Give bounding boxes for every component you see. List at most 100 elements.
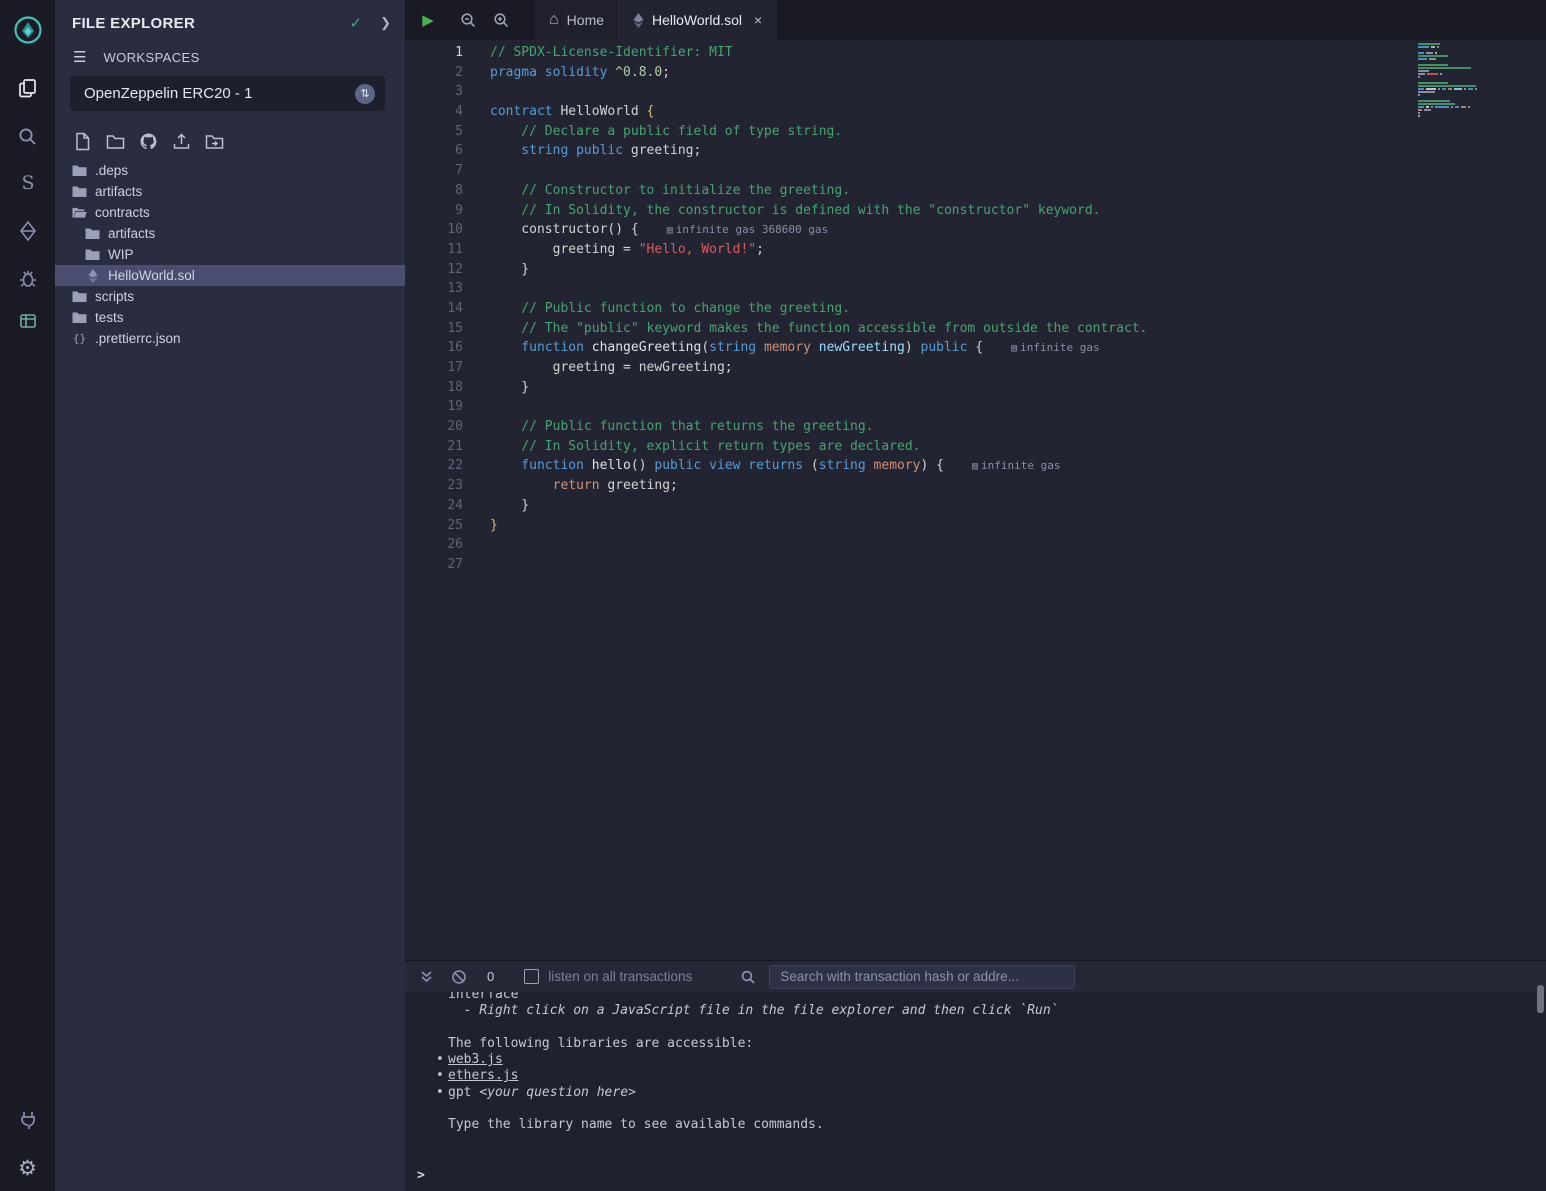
- code-line[interactable]: [490, 279, 1410, 299]
- code-line[interactable]: // In Solidity, explicit return types ar…: [490, 437, 1410, 457]
- tree-item--deps[interactable]: .deps: [55, 160, 405, 181]
- upload-file-icon[interactable]: [170, 130, 193, 152]
- listen-transactions-checkbox[interactable]: [524, 969, 539, 984]
- search-icon[interactable]: [0, 116, 55, 156]
- terminal-line: [448, 1101, 1526, 1117]
- workspace-name: OpenZeppelin ERC20 - 1: [84, 85, 355, 102]
- code-line[interactable]: constructor() {▤infinite gas 368600 gas: [490, 220, 1410, 240]
- create-folder-button[interactable]: [104, 130, 127, 152]
- library-link[interactable]: web3.js: [448, 1052, 503, 1067]
- tab-home[interactable]: ⌂ Home: [535, 0, 619, 40]
- check-icon[interactable]: ✓: [350, 14, 363, 32]
- bullet-icon: •: [436, 1068, 448, 1084]
- code-line[interactable]: [490, 161, 1410, 181]
- chevron-right-icon[interactable]: ❯: [380, 15, 391, 31]
- folder-icon: [72, 290, 87, 304]
- library-link[interactable]: ethers.js: [448, 1068, 518, 1083]
- load-folder-icon[interactable]: [203, 130, 226, 152]
- remix-logo[interactable]: [0, 10, 55, 50]
- code-line[interactable]: return greeting;: [490, 476, 1410, 496]
- code-line[interactable]: // Constructor to initialize the greetin…: [490, 181, 1410, 201]
- svg-text:S: S: [21, 172, 34, 194]
- code-line[interactable]: contract HelloWorld {: [490, 102, 1410, 122]
- tree-item-label: artifacts: [108, 226, 155, 241]
- close-tab-icon[interactable]: ×: [754, 12, 762, 28]
- code-line[interactable]: function hello() public view returns (st…: [490, 456, 1410, 476]
- code-line[interactable]: }: [490, 496, 1410, 516]
- code-line[interactable]: // Public function that returns the gree…: [490, 417, 1410, 437]
- code-line[interactable]: greeting = newGreeting;: [490, 358, 1410, 378]
- code-line[interactable]: function changeGreeting(string memory ne…: [490, 338, 1410, 358]
- code-line[interactable]: [490, 535, 1410, 555]
- debugger-icon[interactable]: [0, 259, 55, 299]
- terminal-prompt[interactable]: >: [417, 1168, 425, 1183]
- line-number: 19: [405, 397, 463, 417]
- tree-item-artifacts[interactable]: artifacts: [55, 181, 405, 202]
- tree-item-wip[interactable]: WIP: [55, 244, 405, 265]
- code-line[interactable]: // SPDX-License-Identifier: MIT: [490, 43, 1410, 63]
- line-number: 25: [405, 516, 463, 536]
- code-line[interactable]: // In Solidity, the constructor is defin…: [490, 201, 1410, 221]
- line-number: 8: [405, 181, 463, 201]
- run-script-button[interactable]: ▶: [405, 0, 451, 40]
- tree-item-scripts[interactable]: scripts: [55, 286, 405, 307]
- clear-console-icon[interactable]: [451, 969, 467, 985]
- bullet-icon: •: [436, 1052, 448, 1068]
- zoom-in-icon[interactable]: [484, 0, 517, 40]
- tree-item-artifacts[interactable]: artifacts: [55, 223, 405, 244]
- gas-estimate: ▤infinite gas: [1011, 341, 1100, 354]
- folder-icon: [72, 311, 87, 325]
- tree-item-label: WIP: [108, 247, 134, 262]
- plugin-icon[interactable]: [0, 301, 55, 341]
- line-number: 21: [405, 437, 463, 457]
- editor-code[interactable]: // SPDX-License-Identifier: MITpragma so…: [490, 43, 1410, 575]
- tree-item-label: tests: [95, 310, 124, 325]
- code-line[interactable]: greeting = "Hello, World!";: [490, 240, 1410, 260]
- code-editor[interactable]: 1234567891011121314151617181920212223242…: [405, 40, 1546, 960]
- tree-item-helloworld-sol[interactable]: HelloWorld.sol: [55, 265, 405, 286]
- terminal-search-input[interactable]: [769, 965, 1075, 989]
- line-number: 2: [405, 63, 463, 83]
- tab-helloworld-sol[interactable]: HelloWorld.sol ×: [619, 0, 777, 40]
- solidity-compiler-icon[interactable]: S: [0, 163, 55, 203]
- scroll-to-bottom-icon[interactable]: [419, 969, 434, 984]
- tree-item--prettierrc-json[interactable]: {}.prettierrc.json: [55, 328, 405, 349]
- line-number: 16: [405, 338, 463, 358]
- workspace-switch-icon[interactable]: ⇅: [355, 84, 375, 104]
- code-line[interactable]: }: [490, 260, 1410, 280]
- line-number: 17: [405, 358, 463, 378]
- code-line[interactable]: }: [490, 378, 1410, 398]
- code-line[interactable]: // Declare a public field of type string…: [490, 122, 1410, 142]
- code-line[interactable]: [490, 397, 1410, 417]
- workspaces-menu-icon[interactable]: ☰: [73, 48, 86, 66]
- line-number: 20: [405, 417, 463, 437]
- line-number: 6: [405, 141, 463, 161]
- code-line[interactable]: string public greeting;: [490, 141, 1410, 161]
- terminal-toolbar: 0 listen on all transactions: [405, 961, 1546, 992]
- editor-tabbar: ▶ ⌂ Home HelloWorld.sol: [405, 0, 1546, 40]
- zoom-out-icon[interactable]: [451, 0, 484, 40]
- workspace-selector[interactable]: OpenZeppelin ERC20 - 1 ⇅: [70, 76, 385, 111]
- plugin-manager-icon[interactable]: [0, 1100, 55, 1140]
- bullet-icon: •: [436, 1085, 448, 1101]
- editor-minimap[interactable]: [1418, 43, 1538, 124]
- code-line[interactable]: pragma solidity ^0.8.0;: [490, 63, 1410, 83]
- create-file-button[interactable]: [71, 130, 94, 152]
- code-line[interactable]: [490, 555, 1410, 575]
- settings-icon[interactable]: ⚙: [0, 1148, 55, 1188]
- deploy-run-icon[interactable]: [0, 211, 55, 251]
- tree-item-label: .deps: [95, 163, 128, 178]
- github-clone-icon[interactable]: [137, 130, 160, 152]
- code-line[interactable]: // Public function to change the greetin…: [490, 299, 1410, 319]
- line-number: 7: [405, 161, 463, 181]
- terminal-line: •web3.js: [448, 1052, 1526, 1068]
- terminal-output[interactable]: interface - Right click on a JavaScript …: [405, 992, 1546, 1191]
- terminal-scrollbar-thumb[interactable]: [1537, 985, 1544, 1013]
- file-explorer-icon[interactable]: [0, 68, 55, 108]
- code-line[interactable]: }: [490, 516, 1410, 536]
- code-line[interactable]: // The "public" keyword makes the functi…: [490, 319, 1410, 339]
- code-line[interactable]: [490, 82, 1410, 102]
- solidity-file-icon: [633, 13, 644, 28]
- tree-item-tests[interactable]: tests: [55, 307, 405, 328]
- tree-item-contracts[interactable]: contracts: [55, 202, 405, 223]
